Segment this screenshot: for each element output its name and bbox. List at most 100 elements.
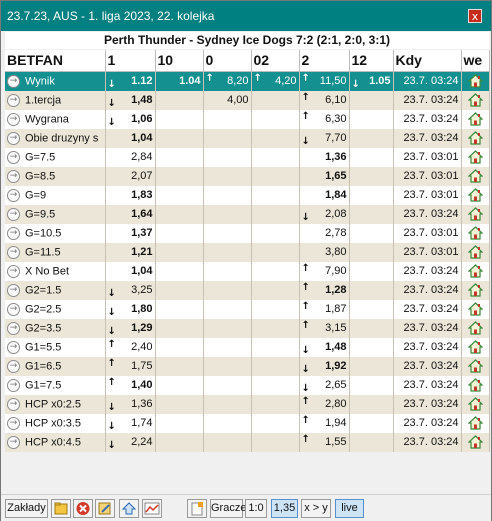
home-icon[interactable] (467, 264, 483, 278)
home-icon[interactable] (467, 283, 483, 297)
home-icon[interactable] (467, 245, 483, 259)
odds-cell-1[interactable]: ↓ 1,80 (105, 299, 156, 319)
odds-cell-1[interactable]: ↑ 1,40 (105, 375, 156, 395)
odds-cell-0[interactable] (203, 356, 252, 376)
arrow-circle-icon[interactable]: → (7, 226, 20, 240)
odds-cell-12[interactable] (349, 261, 394, 281)
table-row[interactable]: → G=7.5 2,84 1,36 23.7. 03:01 (5, 147, 490, 167)
odds-cell-10[interactable] (155, 375, 204, 395)
odds-cell-12[interactable] (349, 337, 394, 357)
title-bar[interactable]: 23.7.23, AUS - 1. liga 2023, 22. kolejka… (1, 1, 491, 31)
odds-cell-02[interactable] (251, 394, 300, 414)
odds-cell-12[interactable]: ↓ 1.05 (349, 71, 394, 91)
table-row[interactable]: → G=9.5 1,64 ↓ 2,08 23.7. 03:24 (5, 204, 490, 224)
col-header-betfan[interactable]: BETFAN (5, 50, 106, 72)
home-icon[interactable] (467, 340, 483, 354)
odds-cell-10[interactable] (155, 261, 204, 281)
odds-cell-10[interactable] (155, 185, 204, 205)
odds-cell-2[interactable]: 1,84 (299, 185, 350, 205)
odds-cell-12[interactable] (349, 204, 394, 224)
odds-cell-1[interactable]: ↓ 1,74 (105, 413, 156, 433)
arrow-circle-icon[interactable]: → (7, 416, 20, 430)
odds-button[interactable]: 1,35 (271, 499, 298, 518)
odds-cell-12[interactable] (349, 318, 394, 338)
market-name-cell[interactable]: → G=9.5 (5, 204, 106, 224)
odds-cell-10[interactable] (155, 432, 204, 452)
odds-cell-12[interactable] (349, 375, 394, 395)
arrow-circle-icon[interactable]: → (7, 283, 20, 297)
market-name-cell[interactable]: → G=7.5 (5, 147, 106, 167)
odds-cell-2[interactable]: 3,80 (299, 242, 350, 262)
table-row[interactable]: → 1.tercja ↓ 1,48 4,00 ↑ 6,10 23.7. 03:24 (5, 90, 490, 110)
arrow-circle-icon[interactable]: → (7, 397, 20, 411)
odds-cell-12[interactable] (349, 90, 394, 110)
home-cell[interactable] (461, 147, 490, 167)
home-cell[interactable] (461, 185, 490, 205)
odds-cell-10[interactable] (155, 166, 204, 186)
odds-cell-2[interactable]: ↑ 1,55 (299, 432, 350, 452)
arrow-circle-icon[interactable]: → (7, 264, 20, 278)
odds-cell-2[interactable]: 1,65 (299, 166, 350, 186)
home-cell[interactable] (461, 242, 490, 262)
home-icon[interactable] (467, 188, 483, 202)
odds-cell-02[interactable] (251, 185, 300, 205)
odds-cell-0[interactable] (203, 223, 252, 243)
folder-icon[interactable] (51, 499, 71, 518)
odds-cell-12[interactable] (349, 394, 394, 414)
table-row[interactable]: → G=8.5 2,07 1,65 23.7. 03:01 (5, 166, 490, 186)
arrow-circle-icon[interactable]: → (7, 93, 20, 107)
home-cell[interactable] (461, 280, 490, 300)
odds-cell-0[interactable] (203, 128, 252, 148)
table-row[interactable]: → G1=5.5 ↑ 2,40 ↓ 1,48 23.7. 03:24 (5, 337, 490, 357)
odds-cell-0[interactable] (203, 394, 252, 414)
home-icon[interactable] (467, 207, 483, 221)
odds-cell-0[interactable] (203, 261, 252, 281)
odds-cell-2[interactable]: ↑ 1,87 (299, 299, 350, 319)
home-icon[interactable] (467, 321, 483, 335)
table-row[interactable]: → Wynik ↓ 1.12 1.04 ↑ 8,20 ↑ 4,20 ↑ 11,50 ↓ 1.05 23.7… (5, 71, 490, 91)
odds-cell-12[interactable] (349, 166, 394, 186)
odds-cell-1[interactable]: ↓ 2,24 (105, 432, 156, 452)
home-cell[interactable] (461, 109, 490, 129)
odds-cell-1[interactable]: 1,64 (105, 204, 156, 224)
home-cell[interactable] (461, 413, 490, 433)
home-cell[interactable] (461, 432, 490, 452)
odds-cell-12[interactable] (349, 413, 394, 433)
odds-cell-0[interactable] (203, 280, 252, 300)
odds-cell-0[interactable] (203, 109, 252, 129)
odds-cell-02[interactable] (251, 375, 300, 395)
odds-cell-02[interactable] (251, 337, 300, 357)
home-icon[interactable] (467, 112, 483, 126)
odds-cell-12[interactable] (349, 280, 394, 300)
edit-icon[interactable] (95, 499, 115, 518)
home-icon[interactable] (467, 93, 483, 107)
odds-cell-2[interactable]: ↓ 7,70 (299, 128, 350, 148)
market-name-cell[interactable]: → Obie druzyny s (5, 128, 106, 148)
odds-cell-10[interactable] (155, 128, 204, 148)
odds-cell-0[interactable] (203, 242, 252, 262)
table-row[interactable]: → G2=1.5 ↓ 3,25 ↑ 1,28 23.7. 03:24 (5, 280, 490, 300)
odds-cell-10[interactable] (155, 394, 204, 414)
odds-cell-0[interactable] (203, 413, 252, 433)
table-row[interactable]: → G=10.5 1,37 2,78 23.7. 03:01 (5, 223, 490, 243)
odds-cell-02[interactable] (251, 223, 300, 243)
odds-cell-12[interactable] (349, 147, 394, 167)
home-icon[interactable] (467, 397, 483, 411)
odds-cell-0[interactable] (203, 318, 252, 338)
odds-cell-1[interactable]: ↓ 1,36 (105, 394, 156, 414)
table-row[interactable]: → HCP x0:2.5 ↓ 1,36 ↑ 2,80 23.7. 03:24 (5, 394, 490, 414)
odds-cell-2[interactable]: 2,78 (299, 223, 350, 243)
market-name-cell[interactable]: → HCP x0:4.5 (5, 432, 106, 452)
market-name-cell[interactable]: → Wynik (5, 71, 106, 91)
odds-cell-2[interactable]: ↓ 2,65 (299, 375, 350, 395)
col-header-we[interactable]: we (461, 50, 490, 72)
odds-cell-2[interactable]: ↑ 11,50 (299, 71, 350, 91)
odds-cell-12[interactable] (349, 128, 394, 148)
odds-cell-10[interactable] (155, 299, 204, 319)
odds-cell-02[interactable] (251, 128, 300, 148)
close-button[interactable]: x (468, 9, 482, 23)
odds-cell-2[interactable]: ↓ 1,92 (299, 356, 350, 376)
odds-cell-0[interactable]: ↑ 8,20 (203, 71, 252, 91)
home-cell[interactable] (461, 261, 490, 281)
odds-cell-10[interactable] (155, 280, 204, 300)
